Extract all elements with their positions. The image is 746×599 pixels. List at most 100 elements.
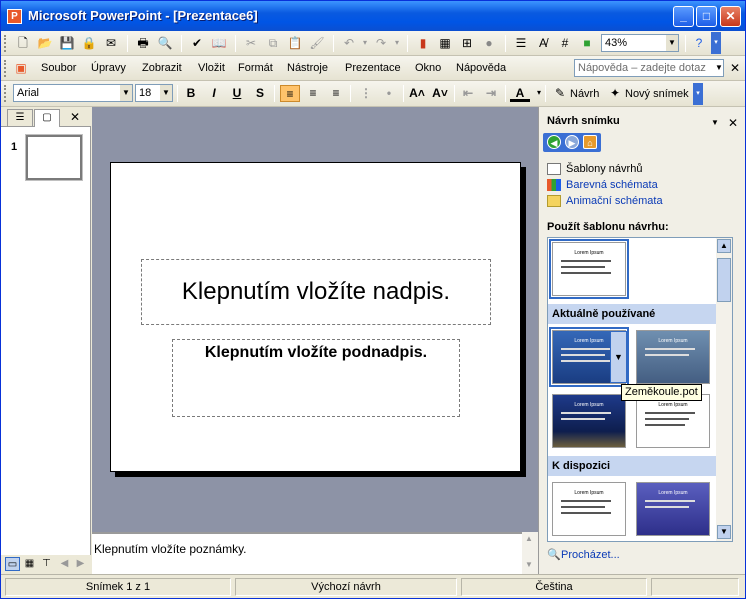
forward-icon[interactable]: ▶ xyxy=(565,135,579,149)
font-size-select[interactable]: 18 ▼ xyxy=(135,84,173,102)
menu-nastroje[interactable]: Nástroje xyxy=(287,62,328,74)
color-schemes-link[interactable]: Barevná schémata xyxy=(547,179,658,192)
shadow-button[interactable]: S xyxy=(250,85,270,102)
show-formatting-icon[interactable]: A̸ xyxy=(535,35,551,51)
expand-all-icon[interactable]: ☰ xyxy=(513,35,529,51)
template-current[interactable]: Lorem Ipsum xyxy=(549,239,629,299)
template-available-2[interactable]: Lorem Ipsum xyxy=(636,482,710,536)
chevron-down-icon[interactable]: ▼ xyxy=(666,35,678,51)
outline-tab[interactable]: ☰ xyxy=(7,109,33,127)
zoom-select[interactable]: 43% ▼ xyxy=(601,34,679,52)
maximize-button[interactable]: □ xyxy=(696,6,717,27)
animation-schemes-link[interactable]: Animační schémata xyxy=(547,195,663,208)
menu-zobrazit[interactable]: Zobrazit xyxy=(142,62,182,74)
normal-view-icon[interactable]: ▭ xyxy=(5,557,20,571)
bullets-icon[interactable]: • xyxy=(379,85,399,102)
template-available-1[interactable]: Lorem Ipsum xyxy=(552,482,626,536)
increase-font-icon[interactable]: A˄ xyxy=(407,85,427,102)
new-file-icon[interactable]: 🗋 xyxy=(15,35,31,51)
template-dropdown-button[interactable]: ▼ xyxy=(610,331,627,383)
scroll-thumb[interactable] xyxy=(717,258,731,302)
undo-dropdown-icon[interactable]: ▾ xyxy=(357,35,373,51)
research-icon[interactable]: 📖 xyxy=(211,35,227,51)
design-templates-link[interactable]: Šablony návrhů xyxy=(547,163,642,176)
save-icon[interactable]: 💾 xyxy=(59,35,75,51)
paste-icon[interactable]: 📋 xyxy=(287,35,303,51)
italic-button[interactable]: I xyxy=(204,85,224,102)
scroll-up-icon[interactable]: ▲ xyxy=(717,239,731,253)
font-select[interactable]: Arial ▼ xyxy=(13,84,133,102)
undo-icon[interactable]: ↶ xyxy=(341,35,357,51)
task-pane-menu-icon[interactable]: ▼ xyxy=(707,115,723,131)
insert-diagram-icon[interactable]: ● xyxy=(481,35,497,51)
design-button[interactable]: Návrh xyxy=(570,88,599,100)
increase-indent-icon[interactable]: ⇥ xyxy=(481,85,501,102)
back-icon[interactable]: ◀ xyxy=(547,135,561,149)
scroll-left-icon[interactable]: ◀ xyxy=(57,557,72,571)
powerpoint-app-icon[interactable]: P xyxy=(7,9,22,24)
notes-scrollbar[interactable]: ▲ ▼ xyxy=(522,532,538,574)
slide[interactable]: Klepnutím vložíte nadpis. Klepnutím vlož… xyxy=(110,162,521,472)
bold-button[interactable]: B xyxy=(181,85,201,102)
menu-okno[interactable]: Okno xyxy=(415,62,441,74)
close-document-icon[interactable]: ✕ xyxy=(727,60,743,76)
subtitle-placeholder[interactable]: Klepnutím vložíte podnadpis. xyxy=(172,339,460,417)
align-right-icon[interactable]: ≡ xyxy=(326,85,346,102)
toolbar-grip[interactable] xyxy=(4,85,7,102)
copy-icon[interactable]: ⧉ xyxy=(265,35,281,51)
new-slide-icon[interactable]: ✦ xyxy=(607,85,623,101)
email-icon[interactable]: ✉ xyxy=(103,35,119,51)
minimize-button[interactable]: _ xyxy=(673,6,694,27)
toolbar-options-icon[interactable]: ▾ xyxy=(693,83,703,105)
align-left-icon[interactable]: ≡ xyxy=(280,85,300,102)
menu-soubor[interactable]: Soubor xyxy=(41,62,76,74)
open-folder-icon[interactable]: 📂 xyxy=(37,35,53,51)
menu-prezentace[interactable]: Prezentace xyxy=(345,62,401,74)
scroll-down-icon[interactable]: ▼ xyxy=(717,525,731,539)
redo-dropdown-icon[interactable]: ▾ xyxy=(389,35,405,51)
browse-link[interactable]: 🔍Procházet... xyxy=(547,548,620,561)
slides-tab[interactable]: ▢ xyxy=(34,109,60,127)
slide-sorter-icon[interactable]: ▦ xyxy=(22,557,37,571)
print-preview-icon[interactable]: 🔍 xyxy=(157,35,173,51)
decrease-font-icon[interactable]: A˅ xyxy=(430,85,450,102)
spelling-icon[interactable]: ✔ xyxy=(189,35,205,51)
help-icon[interactable]: ? xyxy=(691,35,707,51)
underline-button[interactable]: U xyxy=(227,85,247,102)
close-task-pane-icon[interactable]: ✕ xyxy=(725,115,741,131)
template-recent-3[interactable]: Lorem Ipsum xyxy=(552,394,626,448)
scroll-down-icon[interactable]: ▼ xyxy=(525,560,533,569)
help-dropdown-icon[interactable]: ▼ xyxy=(711,60,727,76)
template-recent-2[interactable]: Lorem Ipsum xyxy=(636,330,710,384)
home-icon[interactable]: ⌂ xyxy=(583,135,597,149)
toolbar-grip[interactable] xyxy=(4,35,7,52)
color-grayscale-icon[interactable]: ■ xyxy=(579,35,595,51)
redo-icon[interactable]: ↷ xyxy=(373,35,389,51)
scroll-right-icon[interactable]: ▶ xyxy=(73,557,88,571)
chevron-down-icon[interactable]: ▼ xyxy=(160,85,172,101)
toolbar-options-icon[interactable]: ▾ xyxy=(711,32,721,54)
show-grid-icon[interactable]: # xyxy=(557,35,573,51)
toolbar-grip[interactable] xyxy=(4,60,7,77)
menu-format[interactable]: Formát xyxy=(238,62,273,74)
new-slide-button[interactable]: Nový snímek xyxy=(625,88,689,100)
gallery-scrollbar[interactable]: ▲ ▼ xyxy=(716,238,732,541)
close-window-button[interactable]: ✕ xyxy=(720,6,741,27)
decrease-indent-icon[interactable]: ⇤ xyxy=(458,85,478,102)
font-color-icon[interactable]: A xyxy=(510,85,530,102)
format-painter-icon[interactable]: 🖌 xyxy=(309,35,325,51)
chevron-down-icon[interactable]: ▼ xyxy=(120,85,132,101)
title-bar[interactable]: P Microsoft PowerPoint - [Prezentace6] _… xyxy=(1,1,745,31)
print-icon[interactable]: 🖶 xyxy=(135,35,151,51)
slideshow-icon[interactable]: ⊤ xyxy=(39,557,54,571)
title-placeholder[interactable]: Klepnutím vložíte nadpis. xyxy=(141,259,491,325)
tables-borders-icon[interactable]: ⊞ xyxy=(459,35,475,51)
insert-chart-icon[interactable]: ▮ xyxy=(415,35,431,51)
permission-icon[interactable]: 🔒 xyxy=(81,35,97,51)
document-icon[interactable]: ▣ xyxy=(13,60,29,76)
help-question-input[interactable]: Nápověda – zadejte dotaz xyxy=(574,59,724,77)
template-recent-4[interactable]: Lorem Ipsum xyxy=(636,394,710,448)
menu-napoveda[interactable]: Nápověda xyxy=(456,62,506,74)
slide-thumbnail[interactable] xyxy=(25,134,83,181)
cut-icon[interactable]: ✂ xyxy=(243,35,259,51)
